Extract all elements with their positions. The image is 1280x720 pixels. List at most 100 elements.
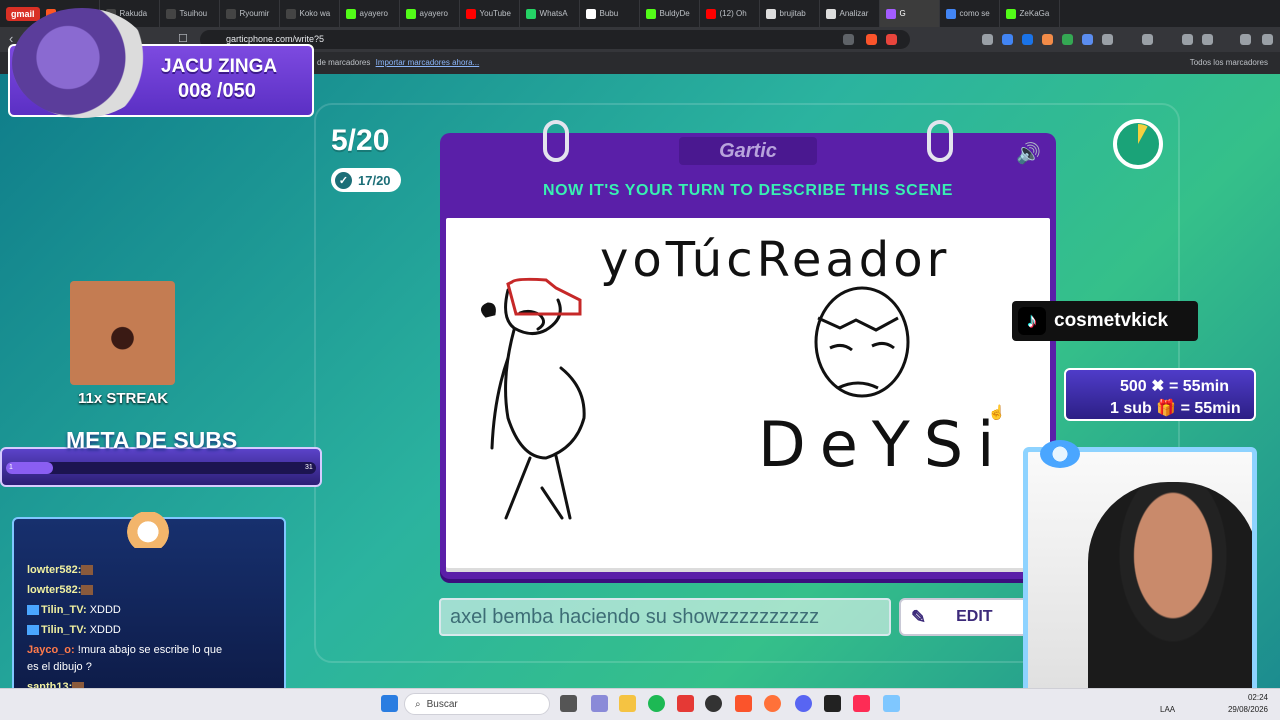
brave-rewards-icon[interactable] xyxy=(886,34,897,45)
sub-goal-title: META DE SUBS xyxy=(66,427,238,453)
extension-icon[interactable] xyxy=(1002,34,1013,45)
menu-icon[interactable] xyxy=(1262,34,1273,45)
drawn-red-cap xyxy=(506,277,582,316)
sub-goal-track xyxy=(6,462,316,474)
tab-label: Analizar xyxy=(839,9,869,18)
chat-text: !mura abajo se escribe lo que xyxy=(74,644,223,656)
extensions-puzzle-icon[interactable] xyxy=(1142,34,1153,45)
translate-icon[interactable] xyxy=(843,34,854,45)
tab-label: Ryoumir xyxy=(239,9,270,18)
tab-favicon-icon xyxy=(945,8,956,19)
webcam-feed xyxy=(1023,447,1257,695)
browser-tab[interactable]: Analizar xyxy=(820,0,880,27)
spotify-icon[interactable] xyxy=(648,695,665,712)
import-bookmarks-link[interactable]: Importar marcadores ahora... xyxy=(376,58,480,67)
chat-message-continued: es el dibujo ? xyxy=(27,661,92,673)
extension-icon[interactable] xyxy=(1022,34,1033,45)
extension-icon[interactable] xyxy=(1042,34,1053,45)
bookmarks-hint: de marcadores xyxy=(317,58,371,67)
tab-label: Bubu xyxy=(599,9,619,18)
clock-date[interactable]: 29/08/2026 xyxy=(1208,705,1268,714)
tab-label: YouTube xyxy=(479,9,511,18)
tiktok-handle: cosmetvkick xyxy=(1054,310,1169,331)
tiktok-icon: ♪ xyxy=(1018,307,1046,335)
hamster-icon xyxy=(126,512,170,548)
browser-tab[interactable]: WhatsA xyxy=(520,0,580,27)
edit-button[interactable]: ✎ EDIT xyxy=(899,598,1029,636)
windows-start-icon[interactable] xyxy=(381,695,398,712)
app-icon[interactable] xyxy=(824,695,841,712)
sub-goal-max: 31 xyxy=(305,464,313,471)
firefox-icon[interactable] xyxy=(764,695,781,712)
app-icon[interactable] xyxy=(677,695,694,712)
browser-tab[interactable]: ayayero xyxy=(400,0,460,27)
discord-icon[interactable] xyxy=(795,695,812,712)
extension-icon[interactable] xyxy=(1082,34,1093,45)
browser-tab-strip: gmail Rakuda Tsuihou Ryoumir Koko wa ayayero… xyxy=(0,0,1280,27)
drawn-face-right xyxy=(814,286,910,398)
tab-favicon-icon xyxy=(225,8,236,19)
description-input[interactable] xyxy=(439,598,891,636)
browser-tab[interactable]: Tsuihou xyxy=(160,0,220,27)
browser-tab[interactable]: G xyxy=(879,0,940,27)
extension-icon[interactable] xyxy=(982,34,993,45)
tab-label: ZeKaGa xyxy=(1019,9,1050,18)
all-bookmarks-folder[interactable]: Todos los marcadores xyxy=(1190,58,1268,67)
task-view-icon[interactable] xyxy=(560,695,577,712)
chat-username: Jayco_o: xyxy=(27,644,75,656)
vpn-icon[interactable] xyxy=(1240,34,1251,45)
wallet-icon[interactable] xyxy=(1202,34,1213,45)
browser-tab[interactable]: ZeKaGa xyxy=(1000,0,1060,27)
tiktok-live-icon[interactable] xyxy=(853,695,870,712)
file-explorer-icon[interactable] xyxy=(619,695,636,712)
tab-label: Tsuihou xyxy=(179,9,208,18)
drawing-text-top: yoTúcReador xyxy=(600,232,950,288)
chat-message: lowter582: xyxy=(27,584,95,596)
tab-favicon-icon xyxy=(765,8,776,19)
browser-tab[interactable]: ayayero xyxy=(340,0,400,27)
taskbar-search[interactable]: ⌕ Buscar xyxy=(404,693,550,715)
tiktok-handle-badge: ♪ cosmetvkick xyxy=(1012,301,1198,341)
tab-favicon-icon xyxy=(525,8,536,19)
tab-favicon-icon xyxy=(825,8,836,19)
clock-time[interactable]: 02:24 xyxy=(1208,693,1268,702)
chat-message: Tilin_TV: XDDD xyxy=(27,604,121,616)
gartic-logo: Gartic xyxy=(679,137,817,165)
browser-tab[interactable]: Koko wa xyxy=(280,0,340,27)
browser-tab[interactable]: YouTube xyxy=(460,0,520,27)
alert-name: JACU ZINGA xyxy=(161,56,278,77)
chat-text: XDDD xyxy=(86,604,121,616)
obs-icon[interactable] xyxy=(705,695,722,712)
app-icon[interactable] xyxy=(591,695,608,712)
tab-favicon-icon xyxy=(1005,8,1016,19)
brave-shield-icon[interactable] xyxy=(866,34,877,45)
goal-line-2: 1 sub 🎁 = 55min xyxy=(1110,400,1241,417)
round-counter: 5/20 xyxy=(331,124,390,157)
browser-tab[interactable]: BuldyDe xyxy=(640,0,700,27)
sound-icon[interactable]: 🔊 xyxy=(1016,141,1042,165)
gmail-pinned-tab[interactable]: gmail xyxy=(6,6,40,21)
tab-favicon-icon xyxy=(285,8,296,19)
extension-icon[interactable] xyxy=(1102,34,1113,45)
emote-icon xyxy=(81,565,94,576)
binder-ring xyxy=(927,120,953,162)
goal-line-1: 500 ✖ = 55min xyxy=(1120,378,1230,395)
tab-favicon-icon xyxy=(165,8,176,19)
tab-label: Rakuda xyxy=(119,9,148,18)
browser-tab[interactable]: como se xyxy=(940,0,1000,27)
chat-username: lowter582: xyxy=(27,564,82,576)
streak-emote-image xyxy=(70,281,175,385)
tab-label: brujitab xyxy=(779,9,806,18)
tab-label: ayayero xyxy=(419,9,448,18)
browser-tab[interactable]: Bubu xyxy=(580,0,640,27)
browser-tab[interactable]: (12) Oh xyxy=(700,0,760,27)
sidebar-icon[interactable] xyxy=(1182,34,1193,45)
input-language[interactable]: LAA xyxy=(1160,705,1175,714)
app-icon[interactable] xyxy=(883,695,900,712)
browser-tab[interactable]: Ryoumir xyxy=(220,0,280,27)
browser-tab[interactable]: brujitab xyxy=(760,0,820,27)
tab-label: ayayero xyxy=(359,9,388,18)
tab-label: BuldyDe xyxy=(659,9,690,18)
brave-icon[interactable] xyxy=(735,695,752,712)
extension-icon[interactable] xyxy=(1062,34,1073,45)
